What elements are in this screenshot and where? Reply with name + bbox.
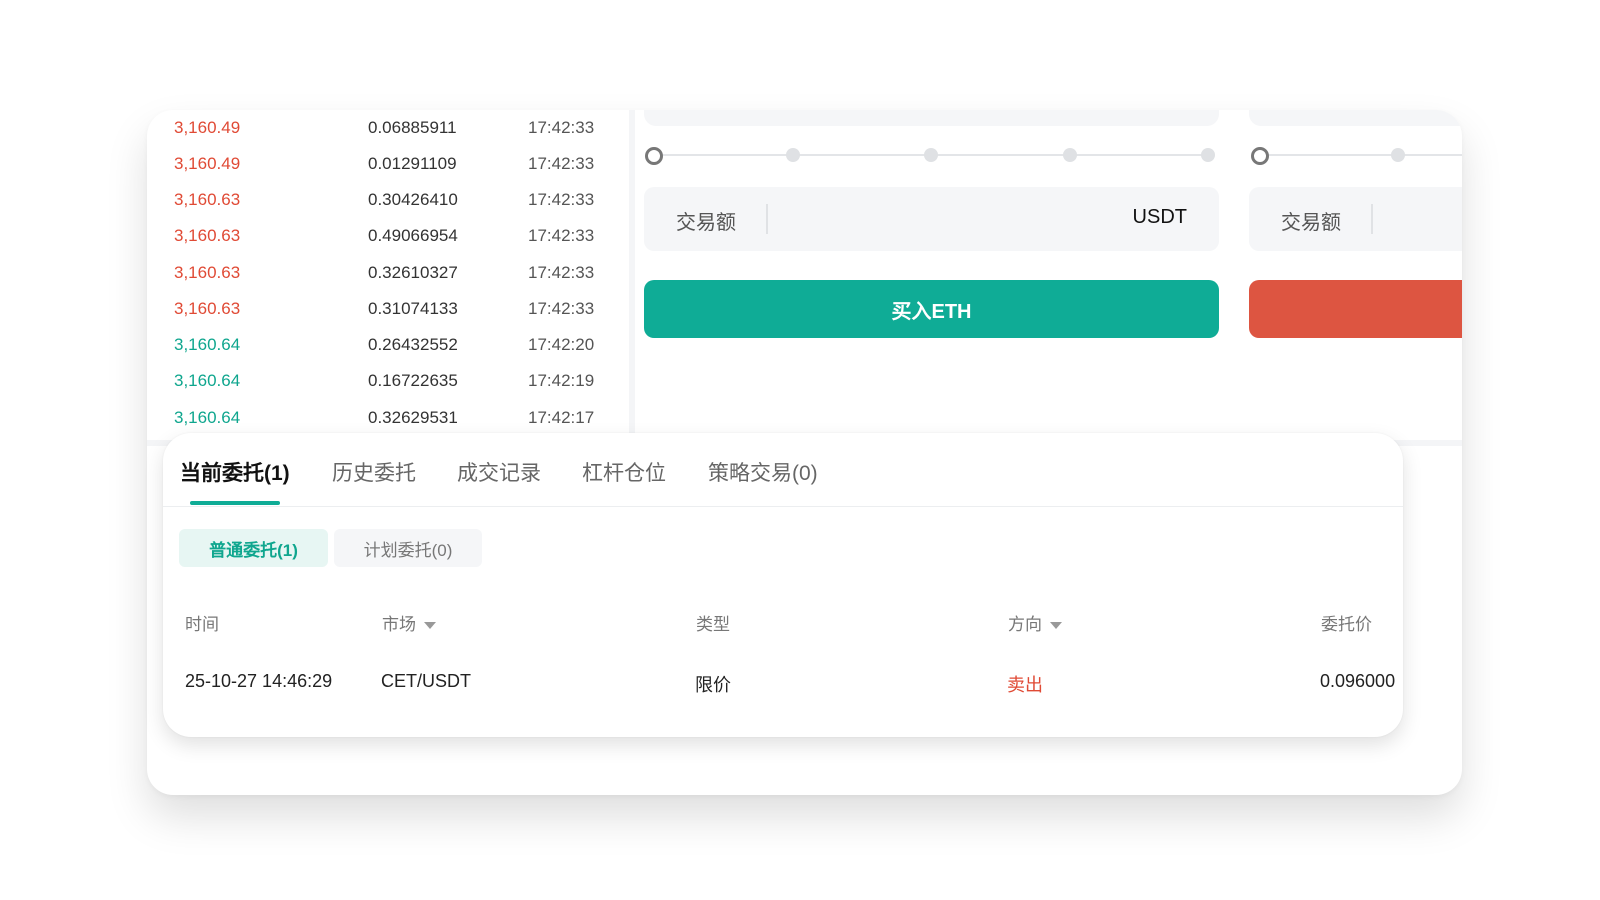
trade-price: 3,160.63 [174, 226, 241, 245]
trade-time: 17:42:17 [528, 408, 595, 427]
column-header-direction-label: 方向 [1008, 615, 1042, 634]
buy-slider-50-marker[interactable] [924, 148, 938, 162]
trade-amount: 0.01291109 [368, 154, 457, 173]
buy-slider-25-marker[interactable] [786, 148, 800, 162]
trade-price: 3,160.63 [174, 190, 241, 209]
order-type: 限价 [695, 675, 731, 695]
caret-down-icon[interactable] [424, 622, 436, 630]
amount-unit: USDT [1132, 206, 1187, 228]
buy-slider-handle[interactable] [645, 147, 663, 165]
tabs-divider [163, 506, 1403, 507]
tab-trade-history[interactable]: 成交记录 [457, 457, 541, 487]
subtab-normal-orders[interactable]: 普通委托(1) [179, 529, 328, 567]
sell-slider-25-marker[interactable] [1391, 148, 1405, 162]
trade-price: 3,160.63 [174, 263, 241, 282]
column-header-market[interactable]: 市场 [382, 610, 436, 635]
tab-margin-positions[interactable]: 杠杆仓位 [582, 457, 666, 487]
order-price: 0.096000 [1320, 671, 1396, 691]
trade-amount: 0.32610327 [368, 263, 458, 282]
active-tab-indicator [190, 501, 280, 505]
trade-price: 3,160.64 [174, 335, 241, 354]
trade-amount: 0.32629531 [368, 408, 458, 427]
caret-down-icon[interactable] [1050, 622, 1062, 630]
order-market: CET/USDT [381, 671, 471, 691]
trade-time: 17:42:19 [528, 371, 595, 390]
trade-row: 3,160.49 0.06885911 17:42:33 [147, 110, 625, 147]
buy-price-input[interactable] [644, 110, 1219, 126]
trade-time: 17:42:33 [528, 190, 595, 209]
trade-row: 3,160.63 0.32610327 17:42:33 [147, 255, 625, 292]
buy-slider-75-marker[interactable] [1063, 148, 1077, 162]
buy-amount-field[interactable]: 交易额 USDT [644, 187, 1219, 251]
tab-order-history[interactable]: 历史委托 [332, 457, 416, 487]
column-header-time: 时间 [185, 615, 219, 634]
field-separator [1371, 204, 1373, 234]
trade-price: 3,160.64 [174, 408, 241, 427]
tab-strategy-trading[interactable]: 策略交易(0) [708, 457, 818, 487]
trade-row: 3,160.64 0.32629531 17:42:17 [147, 400, 625, 437]
trade-time: 17:42:33 [528, 118, 595, 137]
trade-row: 3,160.49 0.01291109 17:42:33 [147, 146, 625, 183]
field-separator [766, 204, 768, 234]
trade-row: 3,160.63 0.49066954 17:42:33 [147, 218, 625, 255]
column-header-type: 类型 [696, 615, 730, 634]
sell-slider-handle[interactable] [1251, 147, 1269, 165]
recent-trades-list: 3,160.49 0.06885911 17:42:33 3,160.49 0.… [147, 110, 625, 452]
subtab-plan-orders[interactable]: 计划委托(0) [334, 529, 482, 567]
tab-current-orders[interactable]: 当前委托(1) [180, 457, 290, 487]
trade-price: 3,160.49 [174, 154, 241, 173]
amount-label: 交易额 [1281, 212, 1341, 234]
sell-eth-button[interactable] [1249, 280, 1462, 338]
trade-amount: 0.30426410 [368, 190, 458, 209]
trade-time: 17:42:33 [528, 263, 595, 282]
column-header-price: 委托价 [1321, 615, 1372, 634]
orders-panel: 当前委托(1) 历史委托 成交记录 杠杆仓位 策略交易(0) 普通委托(1) 计… [163, 433, 1403, 737]
trade-price: 3,160.49 [174, 118, 241, 137]
trade-price: 3,160.63 [174, 299, 241, 318]
trade-amount: 0.26432552 [368, 335, 458, 354]
sell-amount-field[interactable]: 交易额 [1249, 187, 1462, 251]
trade-amount: 0.31074133 [368, 299, 458, 318]
buy-slider-100-marker[interactable] [1201, 148, 1215, 162]
trade-time: 17:42:20 [528, 335, 595, 354]
trade-row: 3,160.63 0.31074133 17:42:33 [147, 291, 625, 328]
column-header-direction[interactable]: 方向 [1008, 610, 1062, 635]
order-time: 25-10-27 14:46:29 [185, 671, 333, 691]
buy-eth-button[interactable]: 买入ETH [644, 280, 1219, 338]
trade-time: 17:42:33 [528, 154, 595, 173]
trade-price: 3,160.64 [174, 371, 241, 390]
trade-amount: 0.06885911 [368, 118, 457, 137]
sell-price-input[interactable] [1249, 110, 1462, 126]
trade-time: 17:42:33 [528, 226, 595, 245]
column-divider [629, 110, 635, 440]
order-direction: 卖出 [1007, 675, 1043, 695]
trade-time: 17:42:33 [528, 299, 595, 318]
amount-label: 交易额 [676, 212, 736, 234]
trade-amount: 0.49066954 [368, 226, 458, 245]
trade-row: 3,160.63 0.30426410 17:42:33 [147, 182, 625, 219]
trade-row: 3,160.64 0.26432552 17:42:20 [147, 327, 625, 364]
column-header-market-label: 市场 [382, 615, 416, 634]
trade-row: 3,160.64 0.16722635 17:42:19 [147, 363, 625, 400]
trade-amount: 0.16722635 [368, 371, 458, 390]
sell-amount-slider-track[interactable] [1261, 154, 1462, 156]
